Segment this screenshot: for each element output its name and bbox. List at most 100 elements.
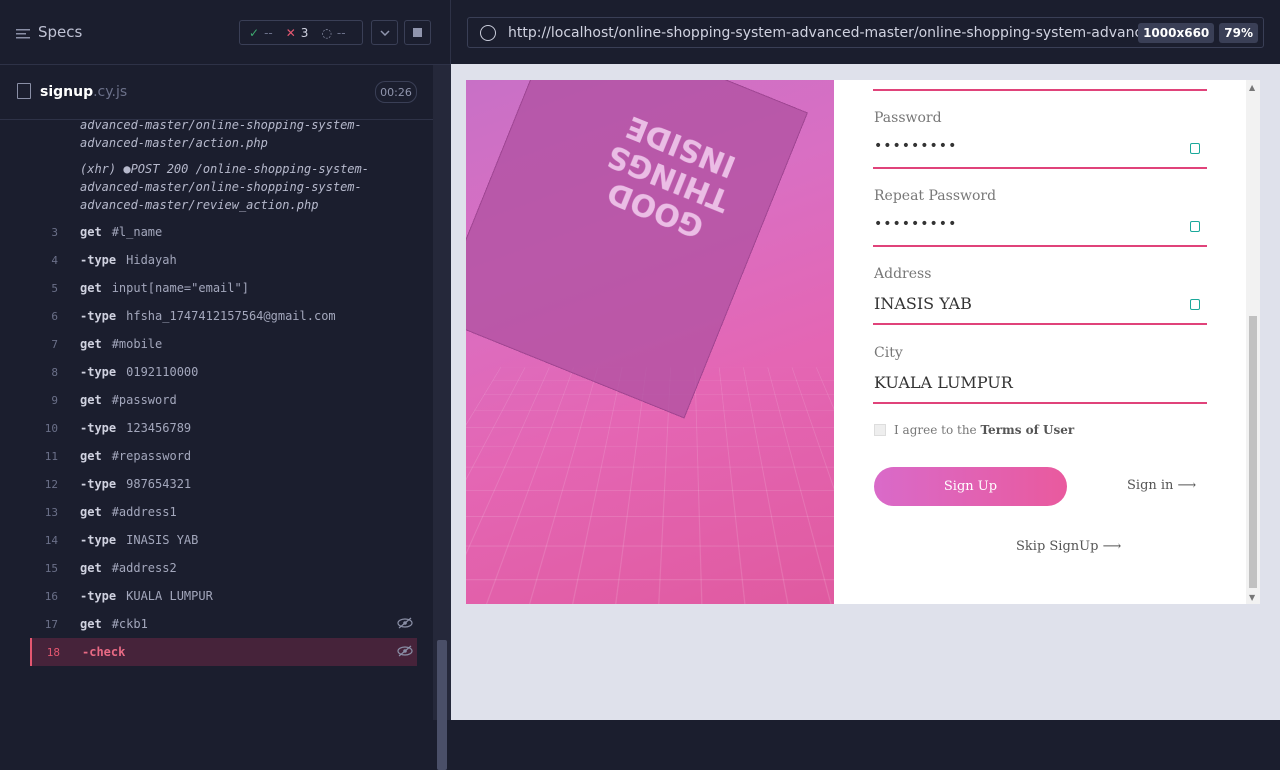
url-bar: http://localhost/online-shopping-system-… [451,0,1280,64]
command-log-scrollbar[interactable] [433,65,451,770]
address-field[interactable]: INASIS YAB [874,294,972,313]
repeat-password-label: Repeat Password [874,188,997,204]
command-number: 6 [51,309,58,323]
command-number: 17 [44,617,58,631]
command-row[interactable]: 5 get input[name="email"] [30,274,417,302]
command-row[interactable]: 4 -type Hidayah [30,246,417,274]
pending-count: -- [336,25,346,40]
password-label: Password [874,110,942,126]
scroll-down-icon[interactable]: ▼ [1249,593,1255,602]
command-row[interactable]: 15 get #address2 [30,554,417,582]
command-arg: #repassword [111,449,192,463]
password-field[interactable]: ••••••••• [874,138,957,154]
command-arg: Hidayah [126,253,177,267]
command-row[interactable]: 18 -check [30,638,417,666]
x-icon: ✕ [285,25,296,40]
command-number: 12 [44,477,58,491]
command-name: -type [80,533,117,547]
city-field[interactable]: KUALA LUMPUR [874,373,1013,392]
command-name: get [80,505,102,519]
city-label: City [874,345,903,361]
command-log: advanced-master/online-shopping-system-a… [0,120,433,680]
command-number: 9 [51,393,58,407]
command-row[interactable]: 16 -type KUALA LUMPUR [30,582,417,610]
command-row[interactable]: 9 get #password [30,386,417,414]
chevron-down-button[interactable] [371,20,398,45]
command-number: 3 [51,225,58,239]
xhr-log-entry[interactable]: (xhr) ●POST 200 /online-shopping-system-… [80,160,400,214]
hero-image: GOOD THINGS INSIDE [466,80,834,604]
command-arg: KUALA LUMPUR [126,589,213,603]
page-scrollbar-thumb[interactable] [1249,316,1257,588]
xhr-log-entry[interactable]: advanced-master/online-shopping-system-a… [80,120,400,152]
menu-icon [16,26,30,39]
command-row[interactable]: 6 -type hfsha_1747412157564@gmail.com [30,302,417,330]
command-number: 11 [44,449,58,463]
command-arg: 987654321 [126,477,192,491]
command-name: -check [82,645,126,659]
command-row[interactable]: 13 get #address1 [30,498,417,526]
command-row[interactable]: 8 -type 0192110000 [30,358,417,386]
command-arg: #ckb1 [111,617,148,631]
skip-signup-link[interactable]: Skip SignUp ⟶ [1016,539,1121,554]
hidden-eye-icon [397,644,413,658]
command-number: 15 [44,561,58,575]
signup-button[interactable]: Sign Up [874,467,1067,506]
address-underline [873,323,1207,325]
command-name: -type [80,477,117,491]
terms-link[interactable]: Terms of User [981,423,1075,437]
command-name: -type [80,589,117,603]
specs-label: Specs [38,23,83,41]
command-row[interactable]: 12 -type 987654321 [30,470,417,498]
command-name: get [80,281,102,295]
aut-iframe: GOOD THINGS INSIDE Password ••••••••• Re… [466,80,1260,604]
page-scrollbar[interactable]: ▲ ▼ [1246,80,1260,604]
check-icon: ✓ [249,25,260,40]
command-arg: input[name="email"] [111,281,249,295]
cypress-runner-panel: Specs ✓ -- ✕ 3 ◌ -- signup.cy.js 00:26 a… [0,0,451,770]
duration-badge: 00:26 [375,81,417,103]
command-name: get [80,337,102,351]
command-number: 10 [44,421,58,435]
specs-menu[interactable]: Specs [16,23,82,41]
stop-button[interactable] [404,20,431,45]
command-arg: #password [111,393,177,407]
test-stats: ✓ -- ✕ 3 ◌ -- [239,20,363,45]
command-arg: 123456789 [126,421,192,435]
command-number: 5 [51,281,58,295]
command-row[interactable]: 10 -type 123456789 [30,414,417,442]
command-row[interactable]: 3 get #l_name [30,218,417,246]
scroll-up-icon[interactable]: ▲ [1249,83,1255,92]
command-number: 4 [51,253,58,267]
globe-icon [480,24,496,41]
command-row[interactable]: 14 -type INASIS YAB [30,526,417,554]
command-number: 8 [51,365,58,379]
valid-icon [1190,221,1200,232]
runner-header: Specs ✓ -- ✕ 3 ◌ -- [0,0,451,65]
command-name: -type [80,365,117,379]
command-arg: #mobile [111,337,163,351]
stop-icon [413,28,422,37]
command-number: 13 [44,505,58,519]
command-number: 18 [46,645,60,659]
signin-link[interactable]: Sign in ⟶ [1127,478,1196,493]
pending-icon: ◌ [321,25,332,40]
command-number: 7 [51,337,58,351]
valid-icon [1190,299,1200,310]
terms-checkbox[interactable] [874,424,886,436]
scrollbar-thumb[interactable] [437,640,447,770]
url-text[interactable]: http://localhost/online-shopping-system-… [508,25,1138,41]
passed-count: -- [264,25,273,40]
address-box[interactable]: http://localhost/online-shopping-system-… [467,17,1264,48]
repeat-password-field[interactable]: ••••••••• [874,216,957,232]
command-row[interactable]: 11 get #repassword [30,442,417,470]
command-arg: 0192110000 [126,365,199,379]
command-row[interactable]: 7 get #mobile [30,330,417,358]
command-name: get [80,617,102,631]
agree-text: I agree to the Terms of User [894,423,1074,437]
command-name: -type [80,309,117,323]
command-arg: #address2 [111,561,177,575]
command-name: -type [80,253,117,267]
failed-count: 3 [300,25,309,40]
command-row[interactable]: 17 get #ckb1 [30,610,417,638]
